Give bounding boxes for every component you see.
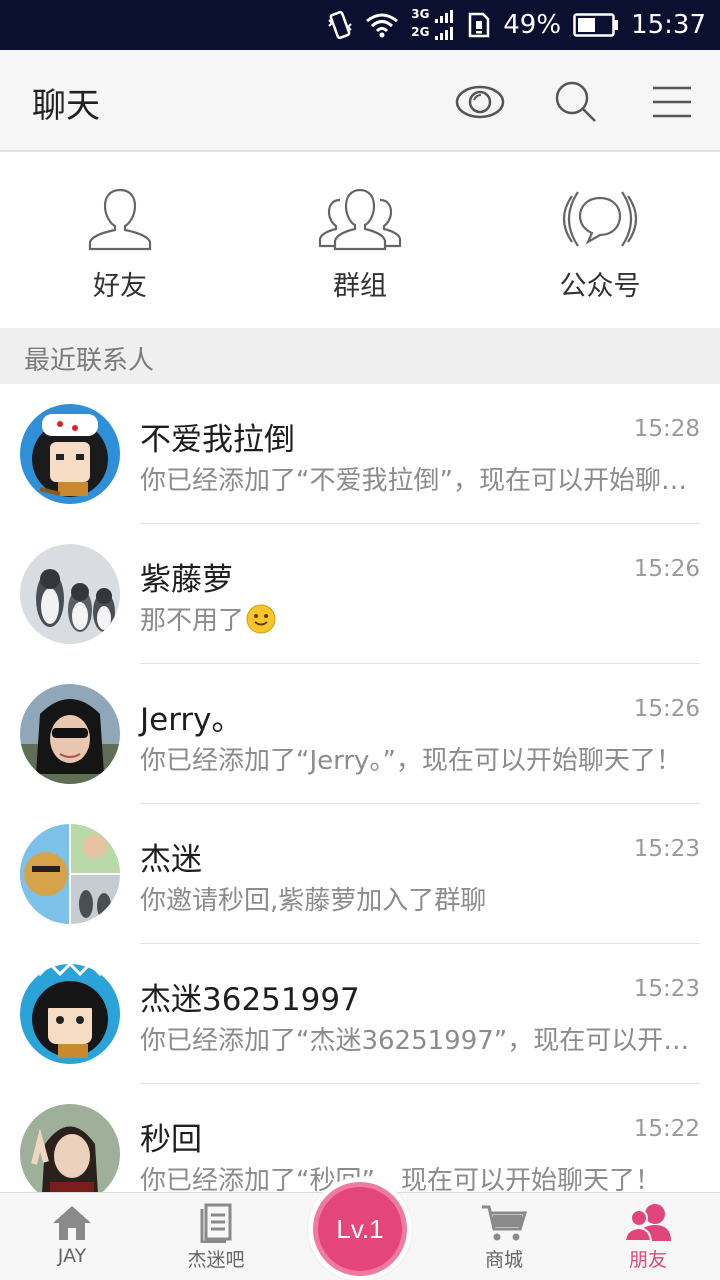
list-item[interactable]: 杰迷 15:23 你邀请秒回,紫藤萝加入了群聊: [0, 804, 720, 944]
message-time: 15:23: [633, 836, 700, 862]
message-preview: 你已经添加了“Jerry。”，现在可以开始聊天了！: [140, 746, 682, 776]
avatar: [20, 404, 120, 504]
nav-shop[interactable]: 商城: [432, 1193, 576, 1280]
nav-fan-forum[interactable]: 杰迷吧: [144, 1193, 288, 1280]
status-icons: 3G 2G 49% 15:37: [327, 0, 706, 50]
contact-name: 紫藤萝: [140, 562, 233, 598]
network-3g-label: 3G: [411, 7, 430, 21]
message-time: 15:26: [633, 696, 700, 722]
contact-name: 秒回: [140, 1122, 202, 1158]
message-time: 15:22: [633, 1116, 700, 1142]
app-header: 聊天: [0, 50, 720, 152]
signal-icon: 3G 2G: [411, 5, 455, 45]
eye-icon: [455, 85, 505, 119]
contact-name: Jerry。: [140, 702, 243, 738]
level-label: Lv.1: [313, 1182, 407, 1276]
message-time: 15:28: [633, 416, 700, 442]
list-item[interactable]: Jerry。 15:26 你已经添加了“Jerry。”，现在可以开始聊天了！: [0, 664, 720, 804]
category-friends[interactable]: 好友: [0, 152, 240, 328]
group-icon: [318, 188, 402, 251]
nav-label: JAY: [57, 1245, 87, 1267]
nav-jay[interactable]: JAY: [0, 1193, 144, 1280]
category-row: 好友 群组 公众号: [0, 152, 720, 328]
menu-button[interactable]: [642, 72, 702, 132]
message-preview: 你已经添加了“杰迷36251997”，现在可以开始聊天了！: [140, 1026, 700, 1056]
avatar: [20, 824, 120, 924]
nav-label: 杰迷吧: [187, 1249, 245, 1271]
friends-icon: [623, 1204, 671, 1242]
category-label: 公众号: [559, 271, 641, 302]
battery-icon: [573, 13, 619, 37]
contact-name: 杰迷36251997: [140, 982, 360, 1018]
broadcast-icon: [562, 191, 638, 247]
nav-friends[interactable]: 朋友: [576, 1193, 720, 1280]
clock: 15:37: [631, 10, 706, 40]
list-item[interactable]: 秒回 15:22 你已经添加了“秒回”，现在可以开始聊天了！: [0, 1084, 720, 1192]
list-item[interactable]: 不爱我拉倒 15:28 你已经添加了“不爱我拉倒”，现在可以开始聊天了！: [0, 384, 720, 524]
avatar: [20, 964, 120, 1064]
search-button[interactable]: [546, 72, 606, 132]
recent-contacts-header: 最近联系人: [0, 328, 720, 384]
search-icon: [555, 81, 596, 122]
message-preview: 那不用了: [140, 600, 700, 637]
message-text: 那不用了: [140, 606, 245, 636]
network-2g-label: 2G: [411, 25, 430, 39]
contact-name: 杰迷: [140, 842, 202, 878]
eye-button[interactable]: [450, 72, 510, 132]
person-icon: [88, 188, 152, 251]
nav-level[interactable]: Lv.1: [288, 1177, 432, 1280]
page-title: 聊天: [32, 86, 100, 126]
avatar: [20, 684, 120, 784]
conversation-list[interactable]: 不爱我拉倒 15:28 你已经添加了“不爱我拉倒”，现在可以开始聊天了！ 紫藤萝…: [0, 384, 720, 1192]
smiley-icon: [246, 604, 276, 634]
battery-percent: 49%: [503, 10, 562, 40]
cart-icon: [482, 1205, 528, 1241]
nav-label: 朋友: [628, 1249, 667, 1271]
nav-label: 商城: [484, 1249, 523, 1271]
wifi-icon: [365, 12, 399, 38]
vibrate-icon: [327, 10, 353, 40]
message-preview: 你邀请秒回,紫藤萝加入了群聊: [140, 886, 487, 916]
list-item[interactable]: 杰迷36251997 15:23 你已经添加了“杰迷36251997”，现在可以…: [0, 944, 720, 1084]
bottom-nav: JAY 杰迷吧 Lv.1 商城 朋友: [0, 1177, 720, 1280]
document-icon: [200, 1203, 232, 1243]
message-time: 15:26: [633, 556, 700, 582]
avatar: [20, 1104, 120, 1192]
category-official-accounts[interactable]: 公众号: [480, 152, 720, 328]
level-badge[interactable]: Lv.1: [308, 1177, 412, 1280]
message-preview: 你已经添加了“不爱我拉倒”，现在可以开始聊天了！: [140, 466, 700, 496]
contact-name: 不爱我拉倒: [140, 422, 295, 458]
message-preview: 你已经添加了“秒回”，现在可以开始聊天了！: [140, 1166, 661, 1192]
section-label: 最近联系人: [24, 346, 155, 376]
category-groups[interactable]: 群组: [240, 152, 480, 328]
list-item[interactable]: 紫藤萝 15:26 那不用了: [0, 524, 720, 664]
message-time: 15:23: [633, 976, 700, 1002]
sim-icon: [467, 11, 491, 39]
status-bar: 3G 2G 49% 15:37: [0, 0, 720, 50]
category-label: 群组: [333, 271, 387, 302]
category-label: 好友: [93, 271, 147, 302]
avatar: [20, 544, 120, 644]
home-icon: [53, 1206, 91, 1240]
menu-icon: [653, 86, 691, 118]
